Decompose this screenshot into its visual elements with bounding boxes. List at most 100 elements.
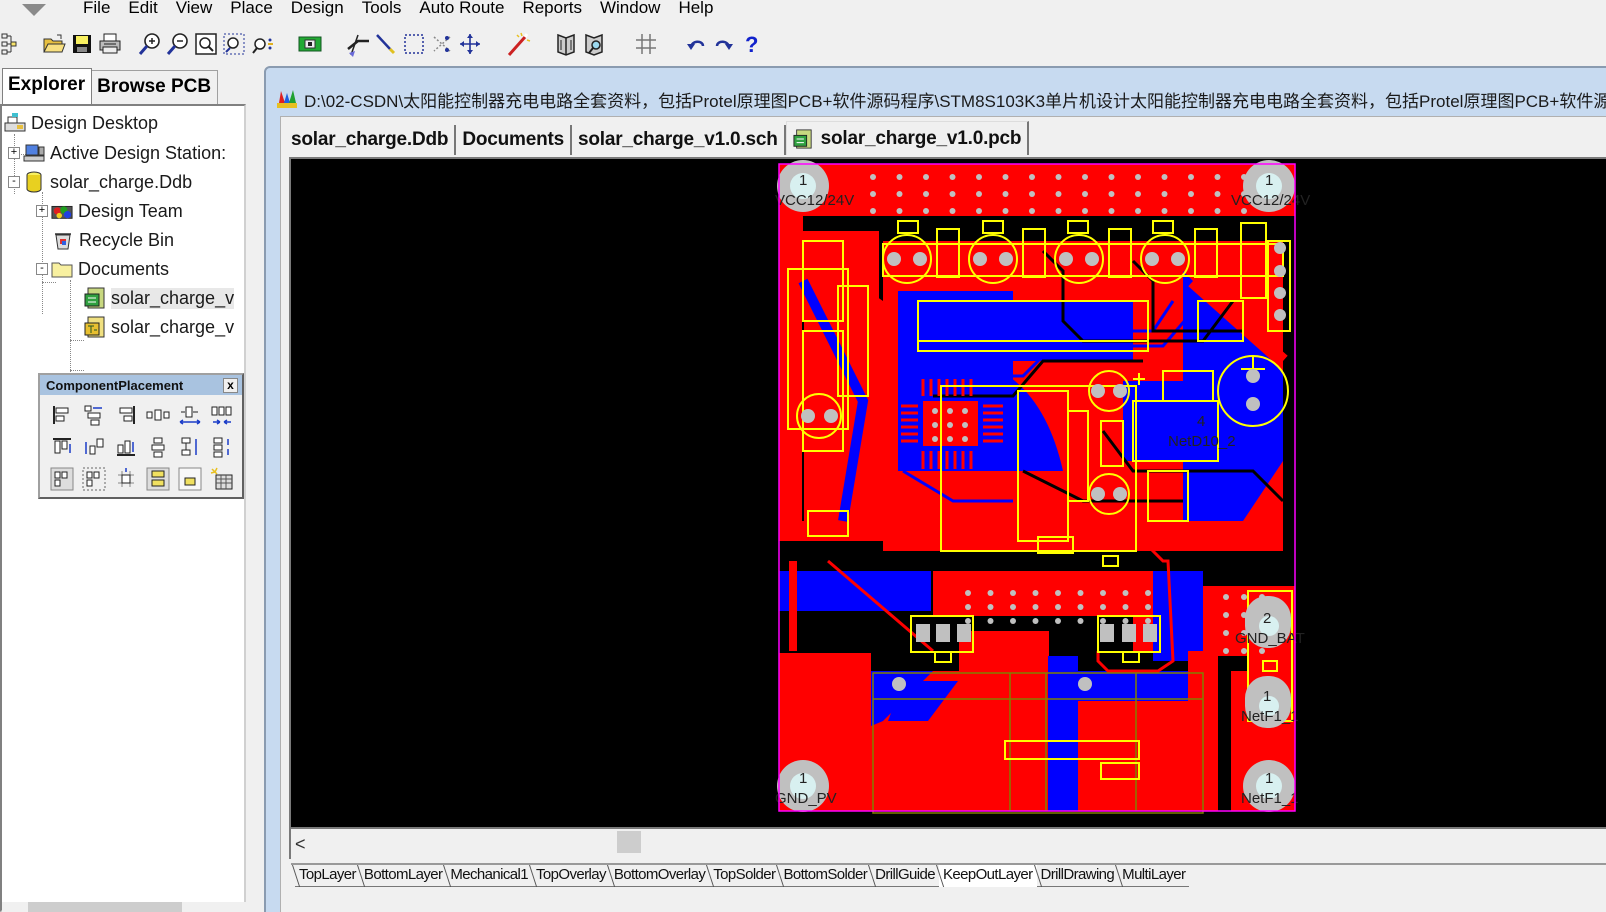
interactive-route-icon[interactable] xyxy=(344,30,372,58)
tree-item-active-design-station[interactable]: + Active Design Station: xyxy=(8,139,226,167)
layer-tab-topsolder[interactable]: TopSolder xyxy=(709,865,780,887)
arrange-within-room-icon[interactable] xyxy=(46,463,78,495)
center-vertically-icon[interactable] xyxy=(142,431,174,463)
tree-item-design-team[interactable]: + Design Team xyxy=(36,197,183,225)
open-icon[interactable] xyxy=(40,30,68,58)
increase-vertical-spacing-icon[interactable] xyxy=(174,431,206,463)
through-hole-pad xyxy=(913,252,927,266)
browse-library-icon[interactable] xyxy=(580,30,608,58)
menu-help[interactable]: Help xyxy=(669,0,722,17)
tab-explorer[interactable]: Explorer xyxy=(2,68,93,104)
grid-icon[interactable] xyxy=(632,30,660,58)
zoom-out-icon[interactable] xyxy=(164,30,192,58)
place-component-icon[interactable] xyxy=(174,463,206,495)
decrease-horizontal-spacing-icon[interactable] xyxy=(206,399,238,431)
expand-icon[interactable]: + xyxy=(36,205,48,217)
tab-solar-charge-ddb[interactable]: solar_charge.Ddb xyxy=(285,125,457,155)
align-bottom-icon[interactable] xyxy=(110,431,142,463)
tree-label: Documents xyxy=(78,258,170,279)
design-manager-icon[interactable] xyxy=(0,30,18,58)
smd-pad xyxy=(916,624,930,642)
scrollbar-thumb[interactable] xyxy=(28,902,182,912)
move-cross-icon[interactable] xyxy=(456,30,484,58)
tree-item-recycle-bin[interactable]: Recycle Bin xyxy=(52,226,174,254)
arrange-outside-board-icon[interactable] xyxy=(206,463,238,495)
menu-reports[interactable]: Reports xyxy=(513,0,591,17)
menu-design[interactable]: Design xyxy=(282,0,353,17)
tree-item-documents[interactable]: - Documents xyxy=(36,255,169,283)
zoom-in-icon[interactable] xyxy=(136,30,164,58)
tab-solar-charge-pcb[interactable]: solar_charge_v1.0.pcb xyxy=(785,121,1030,155)
canvas-horizontal-scrollbar[interactable]: < xyxy=(289,829,1606,859)
place-line-icon[interactable] xyxy=(372,30,400,58)
thermal-via xyxy=(962,422,968,428)
save-icon[interactable] xyxy=(68,30,96,58)
select-area-icon[interactable] xyxy=(400,30,428,58)
tree-item-design-desktop[interactable]: Design Desktop xyxy=(4,109,158,137)
tab-solar-charge-sch[interactable]: solar_charge_v1.0.sch xyxy=(572,125,786,155)
explorer-horizontal-scrollbar[interactable] xyxy=(2,902,246,912)
tree-item-schematic-document[interactable]: solar_charge_v xyxy=(84,313,234,341)
decrease-vertical-spacing-icon[interactable] xyxy=(206,431,238,463)
browse-component-icon[interactable] xyxy=(296,30,324,58)
component-library-icon[interactable] xyxy=(552,30,580,58)
design-team-icon xyxy=(51,200,73,222)
menu-window[interactable]: Window xyxy=(591,0,669,17)
zoom-last-icon[interactable] xyxy=(248,30,276,58)
align-left-icon[interactable] xyxy=(46,399,78,431)
layer-tab-bottomoverlay[interactable]: BottomOverlay xyxy=(609,865,710,887)
tree-label: solar_charge_v xyxy=(111,316,235,337)
layer-tab-drilldrawing[interactable]: DrillDrawing xyxy=(1036,865,1119,887)
collapse-icon[interactable]: - xyxy=(8,176,20,188)
tab-browse-pcb[interactable]: Browse PCB xyxy=(91,70,219,104)
scroll-left-button[interactable]: < xyxy=(295,834,306,855)
thermal-via xyxy=(962,408,968,414)
layer-tab-topoverlay[interactable]: TopOverlay xyxy=(532,865,610,887)
menu-view[interactable]: View xyxy=(167,0,222,17)
make-vertical-spacing-equal-icon[interactable] xyxy=(78,431,110,463)
magic-wand-icon[interactable] xyxy=(504,30,532,58)
document-titlebar[interactable]: D:\02-CSDN\太阳能控制器充电电路全套资料，包括Protel原理图PCB… xyxy=(276,86,1606,112)
layer-tab-drillguide[interactable]: DrillGuide xyxy=(871,865,939,887)
layer-tab-multilayer[interactable]: MultiLayer xyxy=(1118,865,1190,887)
collapse-icon[interactable]: - xyxy=(36,263,48,275)
layer-tab-bottomsolder[interactable]: BottomSolder xyxy=(779,865,872,887)
tree-item-pcb-document[interactable]: solar_charge_v xyxy=(84,284,235,312)
tree-item-solar-charge-ddb[interactable]: - solar_charge.Ddb xyxy=(8,168,192,196)
arrange-within-rectangle-icon[interactable] xyxy=(78,463,110,495)
expand-icon[interactable]: + xyxy=(8,147,20,159)
layer-tab-keepoutlayer[interactable]: KeepOutLayer xyxy=(938,865,1037,887)
redo-icon[interactable] xyxy=(710,30,738,58)
component-placement-titlebar[interactable]: ComponentPlacement x xyxy=(40,375,242,395)
layer-tab-mechanical1[interactable]: Mechanical1 xyxy=(446,865,532,887)
via xyxy=(1122,618,1129,624)
print-icon[interactable] xyxy=(96,30,124,58)
center-horizontally-icon[interactable] xyxy=(142,463,174,495)
make-horizontal-spacing-equal-icon[interactable] xyxy=(142,399,174,431)
layer-tab-toplayer[interactable]: TopLayer xyxy=(295,865,360,887)
scrollbar-thumb[interactable] xyxy=(617,831,641,853)
tab-documents[interactable]: Documents xyxy=(456,125,572,155)
close-button[interactable]: x xyxy=(223,377,238,393)
main-toolbar: ? xyxy=(0,26,1606,62)
zoom-fit-document-icon[interactable] xyxy=(192,30,220,58)
zoom-area-icon[interactable] xyxy=(220,30,248,58)
layer-tab-bottomlayer[interactable]: BottomLayer xyxy=(359,865,447,887)
explorer-tree: Design Desktop + Active Design Station: … xyxy=(0,104,246,912)
menu-file[interactable]: File xyxy=(74,0,119,17)
menu-auto-route[interactable]: Auto Route xyxy=(410,0,513,17)
align-right-icon[interactable] xyxy=(110,399,142,431)
menu-place[interactable]: Place xyxy=(221,0,282,17)
pcb-canvas[interactable]: 1 VCC12/24V 1 VCC12/24V 1 GND_PV 1 NetF1… xyxy=(289,157,1606,829)
undo-icon[interactable] xyxy=(682,30,710,58)
document-tabs: solar_charge.Ddb Documents solar_charge_… xyxy=(285,121,1030,155)
system-menu-icon[interactable] xyxy=(16,2,52,20)
menu-tools[interactable]: Tools xyxy=(353,0,411,17)
menu-edit[interactable]: Edit xyxy=(119,0,166,17)
move-to-grid-icon[interactable] xyxy=(110,463,142,495)
help-icon[interactable]: ? xyxy=(738,30,766,58)
increase-horizontal-spacing-icon[interactable] xyxy=(174,399,206,431)
deselect-icon[interactable] xyxy=(428,30,456,58)
align-top-icon[interactable] xyxy=(46,431,78,463)
arrange-horizontal-spacing-icon[interactable] xyxy=(78,399,110,431)
